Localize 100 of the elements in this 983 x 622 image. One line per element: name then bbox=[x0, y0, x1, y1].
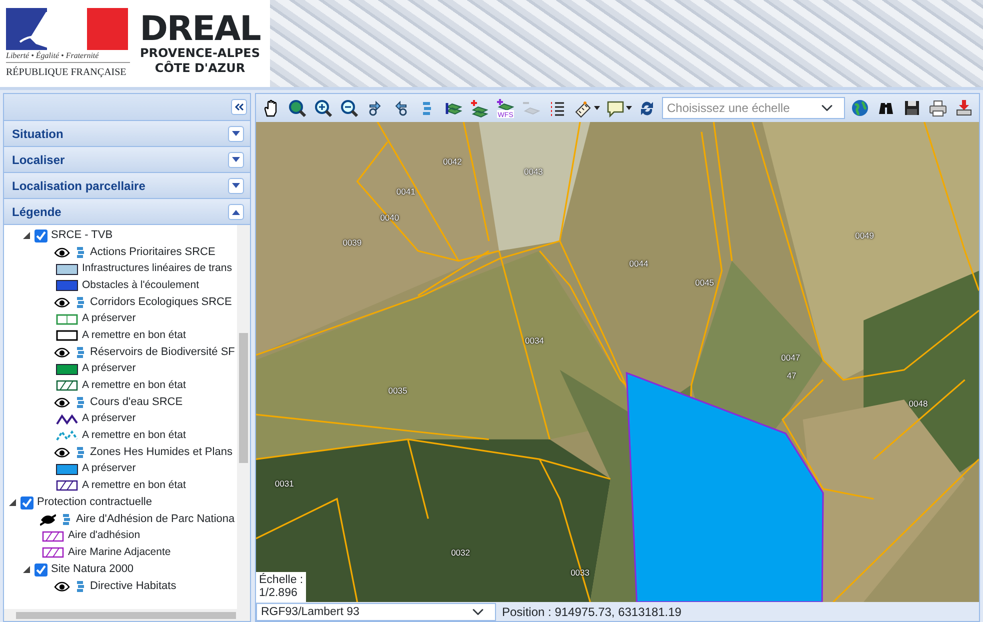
eye-icon[interactable] bbox=[54, 396, 70, 408]
flag-logo-icon bbox=[6, 8, 128, 50]
legend-label: A remettre en bon état bbox=[82, 428, 186, 443]
globe-magnifier-icon bbox=[288, 98, 306, 118]
horizontal-scrollbar[interactable] bbox=[4, 609, 250, 621]
speech-bubble-icon bbox=[606, 98, 624, 118]
parcel-label: 0049 bbox=[855, 230, 874, 242]
layer-stack-icon bbox=[61, 513, 71, 526]
caret-down-icon bbox=[594, 106, 600, 110]
panel-title: Localiser bbox=[12, 152, 65, 168]
vertical-scrollbar[interactable] bbox=[237, 225, 250, 609]
legend-label: Aire Marine Adjacente bbox=[68, 544, 171, 560]
toolbar-button[interactable] bbox=[338, 97, 360, 119]
caret-down-icon bbox=[232, 182, 240, 188]
parcel-label: 0045 bbox=[695, 276, 714, 290]
parcel-label: 0047 bbox=[781, 352, 800, 364]
panel-title: Légende bbox=[12, 204, 62, 220]
panel-header[interactable]: Situation bbox=[4, 121, 250, 147]
eye-icon[interactable] bbox=[54, 246, 70, 258]
expanded-triangle-icon[interactable] bbox=[22, 565, 31, 574]
brand-name: DREAL bbox=[140, 12, 260, 46]
layer-label[interactable]: Réservoirs de Biodiversité SF bbox=[90, 344, 235, 361]
motto-text: Liberté • Égalité • Fraternité bbox=[6, 50, 100, 62]
republic-name: RÉPUBLIQUE FRANÇAISE bbox=[6, 62, 130, 80]
position-text: Position : 914975.73, 6313181.19 bbox=[502, 604, 682, 620]
layer-label[interactable]: Aire d'Adhésion de Parc Nationa bbox=[76, 511, 235, 528]
caret-down-icon bbox=[626, 106, 632, 110]
parcel-label: 0043 bbox=[524, 165, 543, 178]
legend-label: Aire d'adhésion bbox=[68, 528, 140, 544]
parcel-label: 47 bbox=[786, 370, 796, 382]
parcel-label: 0031 bbox=[274, 478, 294, 490]
collapse-sidebar-button[interactable] bbox=[231, 99, 247, 115]
legend-label: A remettre en bon état bbox=[82, 328, 186, 343]
legend-label: A remettre en bon état bbox=[82, 478, 186, 493]
scale-select[interactable]: Choisissez une échelle bbox=[662, 97, 845, 119]
checkbox[interactable] bbox=[20, 496, 34, 510]
panel-title: Situation bbox=[12, 126, 64, 142]
download-icon bbox=[955, 98, 973, 118]
layer-label[interactable]: Zones Hes Humides et Plans bbox=[90, 444, 232, 461]
parcel-label: 0041 bbox=[396, 186, 416, 199]
region-name-line: PROVENCE-ALPES bbox=[140, 46, 260, 60]
ruler-icon bbox=[574, 98, 592, 118]
globe-icon bbox=[851, 98, 869, 118]
caret-up-icon bbox=[232, 208, 240, 214]
expand-button[interactable] bbox=[228, 178, 244, 194]
zoom-in-icon bbox=[314, 98, 332, 118]
parcel-label: 0044 bbox=[629, 257, 648, 270]
eye-icon[interactable] bbox=[54, 580, 70, 592]
legend-label: A préserver bbox=[82, 311, 136, 326]
checkbox[interactable] bbox=[34, 228, 48, 242]
expanded-triangle-icon[interactable] bbox=[22, 231, 31, 240]
region-name-line: CÔTE D'AZUR bbox=[154, 60, 246, 76]
crossed-eye-icon[interactable] bbox=[40, 514, 56, 526]
layer-stack-icon bbox=[75, 296, 85, 309]
legend-label: A préserver bbox=[82, 411, 136, 426]
eye-icon[interactable] bbox=[54, 296, 70, 308]
expanded-triangle-icon[interactable] bbox=[8, 498, 17, 507]
parcel-label: 0042 bbox=[442, 155, 462, 168]
printer-icon bbox=[929, 98, 947, 118]
caret-down-icon bbox=[232, 130, 240, 136]
caret-down-icon bbox=[232, 156, 240, 162]
panel-header[interactable]: Localisation parcellaire bbox=[4, 173, 250, 199]
legend-label: A préserver bbox=[82, 361, 136, 376]
eye-icon[interactable] bbox=[54, 446, 70, 458]
expand-button[interactable] bbox=[228, 152, 244, 168]
layer-stack-icon bbox=[75, 396, 85, 409]
group-label[interactable]: Protection contractuelle bbox=[37, 494, 152, 511]
legend-label: A préserver bbox=[82, 461, 136, 476]
parcel-label: 0032 bbox=[451, 547, 470, 560]
checkbox[interactable] bbox=[34, 562, 48, 576]
parcel-label: 0035 bbox=[388, 384, 408, 398]
parcel-label: 0034 bbox=[525, 334, 544, 348]
double-chevron-left-icon bbox=[234, 102, 244, 112]
layer-stack-icon bbox=[75, 246, 85, 259]
group-label[interactable]: SRCE - TVB bbox=[51, 227, 113, 244]
layer-label[interactable]: Corridors Ecologiques SRCE bbox=[90, 294, 232, 311]
layer-stack-icon bbox=[75, 446, 85, 459]
parcel-label: 0048 bbox=[908, 397, 928, 410]
toolbar-button[interactable] bbox=[312, 97, 334, 119]
projection-select[interactable]: RGF93/Lambert 93 bbox=[256, 602, 496, 620]
add-layer-icon bbox=[470, 98, 488, 118]
expand-button[interactable] bbox=[228, 126, 244, 142]
legend-label: A remettre en bon état bbox=[82, 378, 186, 393]
layer-label[interactable]: Directive Habitats bbox=[90, 578, 176, 595]
scale-label: Échelle : bbox=[259, 574, 304, 587]
layer-label[interactable]: Actions Prioritaires SRCE bbox=[90, 244, 216, 261]
panel-header[interactable]: Légende bbox=[4, 199, 250, 225]
legend-label: Obstacles à l'écoulement bbox=[82, 278, 199, 293]
zoom-out-icon bbox=[340, 98, 358, 118]
layer-stack-icon bbox=[75, 580, 85, 593]
toolbar-button[interactable] bbox=[286, 97, 308, 119]
legend-label: Infrastructures linéaires de trans bbox=[82, 261, 232, 276]
scale-value: 1/2.896 bbox=[259, 587, 298, 600]
layer-label[interactable]: Cours d'eau SRCE bbox=[90, 394, 183, 411]
eye-icon[interactable] bbox=[54, 346, 70, 358]
group-label[interactable]: Site Natura 2000 bbox=[51, 561, 134, 578]
collapse-button[interactable] bbox=[228, 204, 244, 220]
parcel-label: 0039 bbox=[342, 236, 362, 250]
panel-header[interactable]: Localiser bbox=[4, 147, 250, 173]
layer-stack-icon bbox=[75, 346, 85, 359]
